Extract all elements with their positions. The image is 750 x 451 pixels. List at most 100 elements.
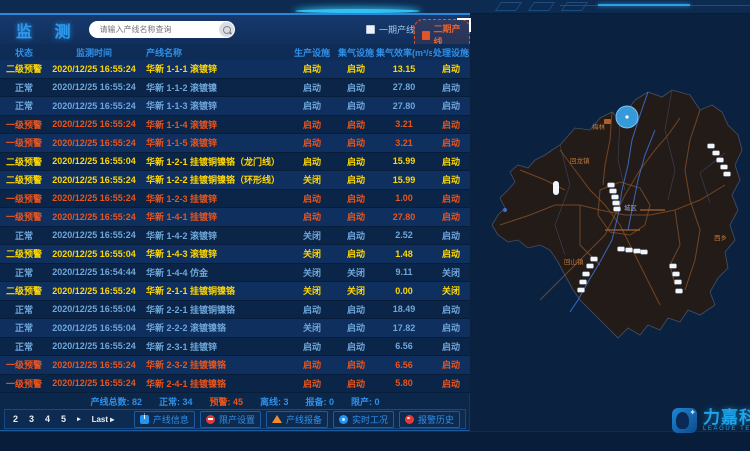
factory-marker[interactable]: [578, 288, 585, 293]
town-label: 西乡: [714, 234, 727, 242]
table-cell: 6.56: [376, 360, 432, 370]
table-cell: 2020/12/25 16:55:04: [48, 323, 140, 333]
factory-marker[interactable]: [618, 247, 625, 252]
table-row[interactable]: 二级预警2020/12/25 16:55:24华新 1-1-1 滚镀锌启动启动1…: [0, 60, 470, 79]
monitor-panel: 监 测 一期产线 二期产线 状态监测时间产线名称生产设施集气设施集气效率(m³/…: [0, 13, 470, 431]
page-button[interactable]: 5: [61, 414, 66, 424]
phase1-checkbox[interactable]: 一期产线: [366, 23, 415, 36]
factory-marker[interactable]: [717, 158, 724, 163]
table-row[interactable]: 二级预警2020/12/25 16:55:24华新 1-2-2 挂镀铜镍铬（环形…: [0, 171, 470, 190]
factory-marker[interactable]: [612, 195, 619, 200]
limit-icon: [206, 415, 215, 424]
table-cell: 启动: [288, 136, 336, 149]
factory-marker[interactable]: [673, 272, 680, 277]
page-button[interactable]: 3: [29, 414, 34, 424]
factory-marker[interactable]: [634, 249, 641, 254]
table-row[interactable]: 正常2020/12/25 16:55:24华新 1-4-2 滚镀锌关闭启动2.5…: [0, 227, 470, 246]
table-cell: 关闭: [288, 284, 336, 297]
table-cell: 一级预警: [0, 136, 48, 149]
factory-marker[interactable]: [580, 280, 587, 285]
factory-marker[interactable]: [587, 264, 594, 269]
table-cell: 2020/12/25 16:55:24: [48, 378, 140, 388]
table-cell: 正常: [0, 321, 48, 334]
legend-label: 限产设置: [219, 413, 255, 426]
table-cell: 2020/12/25 16:55:04: [48, 156, 140, 166]
table-row[interactable]: 正常2020/12/25 16:55:04华新 2-2-2 滚镀镍铬关闭启动17…: [0, 319, 470, 338]
table-cell: 9.11: [376, 267, 432, 277]
column-header: 处理设施: [432, 46, 470, 59]
table-cell: 正常: [0, 81, 48, 94]
factory-marker[interactable]: [626, 248, 633, 253]
table-row[interactable]: 一级预警2020/12/25 16:55:24华新 1-4-1 挂镀锌启动启动2…: [0, 208, 470, 227]
table-cell: 2020/12/25 16:55:24: [48, 286, 140, 296]
table-cell: 启动: [288, 192, 336, 205]
table-cell: 启动: [432, 247, 470, 260]
legend-button-limit[interactable]: 限产设置: [200, 411, 261, 428]
brand-name-en: LEAGUE TECH: [703, 426, 750, 432]
table-row[interactable]: 正常2020/12/25 16:55:24华新 1-1-3 滚镀锌启动启动27.…: [0, 97, 470, 116]
table-cell: 启动: [336, 192, 376, 205]
summary-item: 产线总数: 82: [90, 395, 142, 408]
table-cell: 0.00: [376, 286, 432, 296]
factory-marker[interactable]: [708, 144, 715, 149]
table-cell: 2020/12/25 16:55:24: [48, 212, 140, 222]
summary-item: 正常: 34: [159, 395, 193, 408]
table-cell: 启动: [336, 210, 376, 223]
factory-marker[interactable]: [675, 280, 682, 285]
table-cell: 启动: [336, 229, 376, 242]
table-cell: 启动: [432, 303, 470, 316]
factory-marker[interactable]: [721, 165, 728, 170]
page-button[interactable]: 2: [13, 414, 18, 424]
legend-button-report[interactable]: 产线报备: [266, 411, 328, 428]
search-button[interactable]: [219, 22, 234, 37]
factory-marker[interactable]: [613, 201, 620, 206]
table-row[interactable]: 正常2020/12/25 16:54:44华新 1-4-4 仿金关闭关闭9.11…: [0, 264, 470, 283]
table-cell: 华新 1-1-1 滚镀锌: [140, 62, 288, 75]
table-row[interactable]: 一级预警2020/12/25 16:55:24华新 2-4-1 挂镀镍铬启动启动…: [0, 375, 470, 394]
factory-marker[interactable]: [670, 264, 677, 269]
page-button[interactable]: 4: [45, 414, 50, 424]
table-row[interactable]: 二级预警2020/12/25 16:55:04华新 1-2-1 挂镀铜镍铬（龙门…: [0, 153, 470, 172]
factory-marker[interactable]: [614, 207, 621, 212]
table-cell: 华新 1-4-1 挂镀锌: [140, 210, 288, 223]
legend-button-status[interactable]: 实时工况: [333, 411, 394, 428]
table-row[interactable]: 一级预警2020/12/25 16:55:24华新 1-1-4 滚镀锌启动启动3…: [0, 116, 470, 135]
table-row[interactable]: 正常2020/12/25 16:55:24华新 1-1-2 滚镀镍启动启动27.…: [0, 79, 470, 98]
table-cell: 华新 1-1-3 滚镀锌: [140, 99, 288, 112]
table-cell: 1.48: [376, 249, 432, 259]
legend-button-alarm[interactable]: 报警历史: [399, 411, 460, 428]
factory-marker[interactable]: [610, 189, 617, 194]
table-row[interactable]: 正常2020/12/25 16:55:04华新 2-2-1 挂镀铜镍铬启动启动1…: [0, 301, 470, 320]
factory-marker[interactable]: [591, 257, 598, 262]
cluster-highlight-marker[interactable]: [616, 106, 638, 128]
table-cell: 17.82: [376, 323, 432, 333]
table-cell: 华新 2-3-1 挂镀锌: [140, 340, 288, 353]
table-cell: 华新 1-4-4 仿金: [140, 266, 288, 279]
search-input[interactable]: [89, 24, 213, 35]
table-cell: 启动: [432, 210, 470, 223]
last-page-button[interactable]: Last ▸: [92, 415, 115, 424]
town-label: 梅林: [592, 122, 606, 131]
table-row[interactable]: 二级预警2020/12/25 16:55:04华新 1-4-3 滚镀锌关闭启动1…: [0, 245, 470, 264]
next-page-icon[interactable]: ▸: [77, 415, 81, 423]
summary-item: 限产: 0: [351, 395, 380, 408]
factory-marker[interactable]: [713, 151, 720, 156]
table-row[interactable]: 一级预警2020/12/25 16:55:24华新 1-2-3 挂镀锌启动启动1…: [0, 190, 470, 209]
table-row[interactable]: 正常2020/12/25 16:55:24华新 2-3-1 挂镀锌启动启动6.5…: [0, 338, 470, 357]
factory-marker[interactable]: [608, 183, 615, 188]
table-row[interactable]: 一级预警2020/12/25 16:55:24华新 1-1-5 滚镀锌启动启动3…: [0, 134, 470, 153]
table-cell: 启动: [336, 99, 376, 112]
table-cell: 5.80: [376, 378, 432, 388]
factory-marker[interactable]: [583, 272, 590, 277]
table-cell: 华新 1-2-1 挂镀铜镍铬（龙门线）: [140, 155, 288, 168]
table-cell: 关闭: [288, 247, 336, 260]
table-cell: 2020/12/25 16:55:24: [48, 360, 140, 370]
table-cell: 3.21: [376, 138, 432, 148]
table-row[interactable]: 二级预警2020/12/25 16:55:24华新 2-1-1 挂镀铜镍铬关闭关…: [0, 282, 470, 301]
factory-marker[interactable]: [724, 172, 731, 177]
legend-button-info[interactable]: 产线信息: [134, 411, 195, 428]
table-cell: 2020/12/25 16:55:24: [48, 341, 140, 351]
factory-marker[interactable]: [641, 250, 648, 255]
factory-marker[interactable]: [676, 289, 683, 294]
table-row[interactable]: 一级预警2020/12/25 16:55:24华新 2-3-2 挂镀镍铬启动启动…: [0, 356, 470, 375]
